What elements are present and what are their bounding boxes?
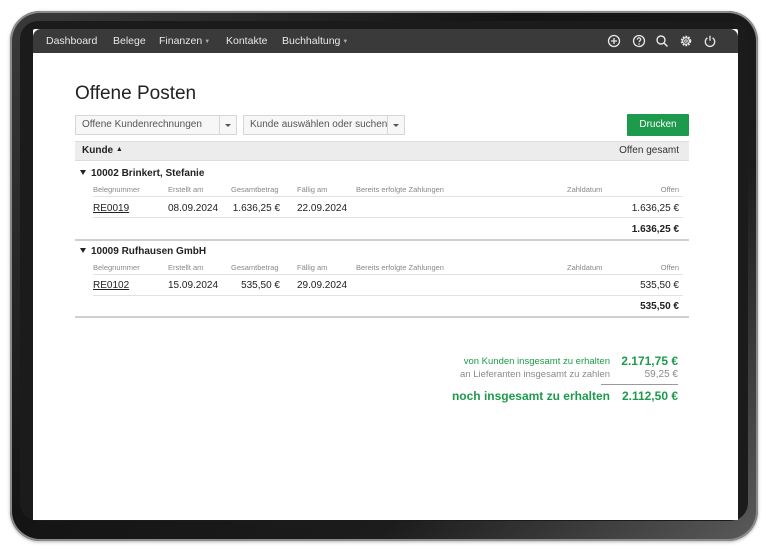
receivable-value: 2.171,75 € (621, 354, 678, 368)
subheader-paydate: Zahldatum (567, 263, 603, 272)
chevron-down-icon[interactable] (387, 116, 404, 134)
divider (93, 196, 683, 197)
gear-icon[interactable] (679, 34, 693, 48)
nav-buchhaltung-label: Buchhaltung (282, 35, 341, 47)
plus-circle-icon[interactable] (607, 34, 621, 48)
group-divider (75, 316, 689, 318)
nav-dashboard[interactable]: Dashboard (46, 29, 97, 53)
receivable-label: von Kunden insgesamt zu erhalten (463, 356, 610, 367)
page-title: Offene Posten (75, 83, 197, 104)
divider (93, 295, 683, 296)
nav-finanzen-label: Finanzen (159, 35, 203, 47)
nav-finanzen[interactable]: Finanzen ▼ (159, 29, 210, 53)
subheader-payments: Bereits erfolgte Zahlungen (356, 185, 444, 194)
subheader-total: Gesamtbetrag (231, 185, 279, 194)
nav-belege-label: Belege (113, 35, 146, 47)
divider (93, 217, 683, 218)
nav-dashboard-label: Dashboard (46, 35, 98, 47)
group-title-customer[interactable]: 10002 Brinkert, Stefanie (80, 168, 204, 179)
net-value: 2.112,50 € (621, 389, 678, 403)
divider (93, 274, 683, 275)
power-icon[interactable] (703, 34, 717, 48)
subheader-due: Fällig am (297, 185, 328, 194)
subheader-due: Fällig am (297, 263, 328, 272)
top-navbar: Dashboard Belege Finanzen ▼ Kontakte Buch… (33, 29, 738, 53)
payable-value: 59,25 € (644, 369, 678, 380)
subheader-paydate: Zahldatum (567, 185, 603, 194)
filter-type-value: Offene Kundenrechnungen (82, 119, 202, 130)
subheader-doc: Belegnummer (93, 185, 140, 194)
nav-kontakte-label: Kontakte (226, 35, 268, 47)
group-divider (75, 239, 689, 241)
open-amount: 535,50 € (640, 280, 679, 291)
group-sum: 1.636,25 € (631, 224, 679, 235)
customer-select-placeholder: Kunde auswählen oder suchen (250, 119, 388, 130)
subheader-total: Gesamtbetrag (231, 263, 279, 272)
nav-belege[interactable]: Belege (113, 29, 146, 53)
due-date: 22.09.2024 (297, 203, 348, 214)
subheader-created: Erstellt am (168, 185, 204, 194)
help-circle-icon[interactable] (632, 34, 646, 48)
created-date: 08.09.2024 (168, 203, 219, 214)
print-button[interactable]: Drucken (627, 114, 689, 136)
col-customer-label: Kunde (82, 145, 114, 156)
chevron-down-icon: ▼ (342, 39, 349, 45)
payable-label: an Lieferanten insgesamt zu zahlen (460, 369, 610, 380)
net-label: noch insgesamt zu erhalten (451, 389, 610, 403)
subheader-created: Erstellt am (168, 263, 204, 272)
doc-link[interactable]: RE0019 (93, 203, 129, 214)
table-header: Kunde ▲ Offen gesamt (75, 141, 689, 161)
subheader-doc: Belegnummer (93, 263, 140, 272)
total-amount: 1.636,25 € (232, 203, 280, 214)
total-amount: 535,50 € (241, 280, 280, 291)
filter-type-select[interactable]: Offene Kundenrechnungen (75, 115, 237, 135)
subheader-open: Offen (660, 185, 679, 194)
chevron-down-icon[interactable] (219, 116, 236, 134)
app-screen: Dashboard Belege Finanzen ▼ Kontakte Buch… (33, 29, 738, 520)
subheader-open: Offen (660, 263, 679, 272)
sort-icon: ▲ (115, 146, 123, 153)
doc-link[interactable]: RE0102 (93, 280, 129, 291)
open-amount: 1.636,25 € (631, 203, 679, 214)
collapse-triangle-icon[interactable] (80, 170, 86, 175)
customer-select[interactable]: Kunde auswählen oder suchen (243, 115, 405, 135)
chevron-down-icon: ▼ (204, 39, 211, 45)
group-title-customer[interactable]: 10009 Rufhausen GmbH (80, 246, 206, 257)
created-date: 15.09.2024 (168, 280, 219, 291)
col-header-open-total: Offen gesamt (619, 145, 679, 156)
subheader-payments: Bereits erfolgte Zahlungen (356, 263, 444, 272)
collapse-triangle-icon[interactable] (80, 248, 86, 253)
group-sum: 535,50 € (640, 301, 679, 312)
search-icon[interactable] (655, 34, 669, 48)
due-date: 29.09.2024 (297, 280, 348, 291)
nav-kontakte[interactable]: Kontakte (226, 29, 267, 53)
nav-buchhaltung[interactable]: Buchhaltung ▼ (282, 29, 348, 53)
group-title-label: 10009 Rufhausen GmbH (91, 246, 207, 257)
summary-divider (601, 384, 678, 385)
col-header-customer[interactable]: Kunde ▲ (82, 142, 123, 161)
group-title-label: 10002 Brinkert, Stefanie (91, 168, 205, 179)
